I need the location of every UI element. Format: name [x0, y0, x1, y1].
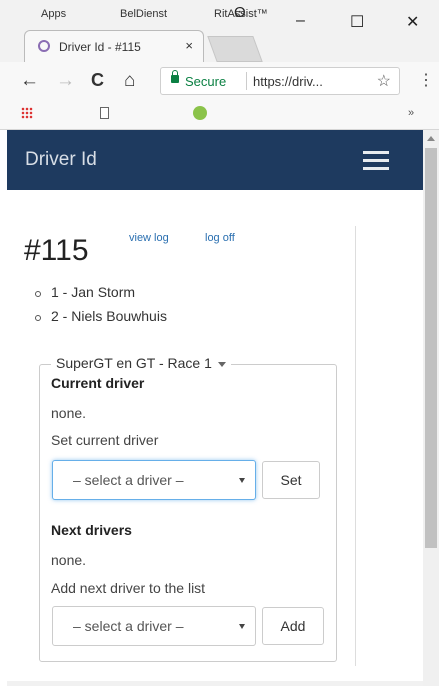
- page-icon: [100, 107, 109, 119]
- home-icon[interactable]: ⌂: [124, 70, 135, 92]
- set-button[interactable]: Set: [262, 461, 320, 499]
- log-off-link[interactable]: log off: [205, 232, 235, 244]
- top-navbar: Driver Id: [7, 130, 423, 190]
- page-favicon-icon: [38, 40, 50, 52]
- tab-close-icon[interactable]: ×: [185, 38, 193, 53]
- ritassist-icon: [193, 106, 207, 120]
- add-button[interactable]: Add: [262, 607, 324, 645]
- page-title: #115: [24, 234, 89, 267]
- browser-menu-icon[interactable]: ⋮: [418, 70, 434, 90]
- close-window-button[interactable]: ✕: [406, 12, 419, 32]
- scroll-up-icon[interactable]: [423, 130, 439, 146]
- minimize-button[interactable]: –: [296, 12, 305, 30]
- lock-icon: [171, 70, 179, 83]
- next-driver-select[interactable]: – select a driver –: [52, 606, 256, 646]
- current-driver-heading: Current driver: [51, 375, 145, 391]
- reload-icon[interactable]: C: [91, 70, 104, 91]
- scroll-thumb[interactable]: [425, 148, 437, 548]
- url-text: https://driv...: [253, 74, 323, 89]
- horizontal-scrollbar[interactable]: [7, 681, 423, 686]
- bookmark-ritassist[interactable]: RitAssist™: [214, 8, 268, 20]
- browser-tab[interactable]: Driver Id - #115 ×: [24, 30, 204, 62]
- select-arrow-icon: [239, 478, 245, 483]
- bookmark-star-icon[interactable]: ☆: [377, 71, 391, 91]
- select-arrow-icon: [239, 624, 245, 629]
- address-separator: [246, 72, 247, 90]
- bookmark-beldienst[interactable]: BelDienst: [120, 8, 167, 20]
- driver-list: 1 - Jan Storm 2 - Niels Bouwhuis: [33, 284, 167, 332]
- race-selector[interactable]: SuperGT en GT - Race 1: [51, 355, 231, 371]
- view-log-link[interactable]: view log: [129, 232, 169, 244]
- back-icon[interactable]: ←: [20, 70, 39, 92]
- maximize-button[interactable]: ☐: [350, 12, 364, 32]
- apps-grid-icon: [21, 107, 33, 119]
- race-legend: SuperGT en GT - Race 1: [56, 355, 212, 371]
- current-driver-value: none.: [51, 405, 87, 421]
- hamburger-icon[interactable]: [363, 151, 389, 171]
- list-item: 1 - Jan Storm: [33, 284, 167, 308]
- vertical-scrollbar[interactable]: [423, 130, 439, 686]
- secure-label: Secure: [185, 74, 227, 89]
- bookmarks-bar: [0, 100, 439, 130]
- new-tab-button[interactable]: [207, 36, 263, 62]
- forward-icon[interactable]: →: [56, 70, 75, 92]
- select-value: – select a driver –: [73, 618, 184, 634]
- bookmark-apps[interactable]: Apps: [41, 8, 66, 20]
- next-drivers-value: none.: [51, 552, 87, 568]
- tab-title: Driver Id - #115: [59, 40, 141, 54]
- page-viewport: Driver Id #115 view log log off 1 - Jan …: [7, 130, 423, 686]
- set-current-driver-label: Set current driver: [51, 432, 159, 448]
- list-item: 2 - Niels Bouwhuis: [33, 308, 167, 332]
- address-bar[interactable]: Secure https://driv... ☆: [160, 67, 400, 95]
- column-divider: [355, 226, 356, 666]
- brand-title[interactable]: Driver Id: [25, 149, 97, 171]
- more-bookmarks-icon[interactable]: »: [408, 107, 414, 119]
- select-value: – select a driver –: [73, 472, 184, 488]
- caret-down-icon: [217, 361, 226, 367]
- current-driver-select[interactable]: – select a driver –: [52, 460, 256, 500]
- next-drivers-heading: Next drivers: [51, 522, 132, 538]
- add-next-driver-label: Add next driver to the list: [51, 580, 206, 596]
